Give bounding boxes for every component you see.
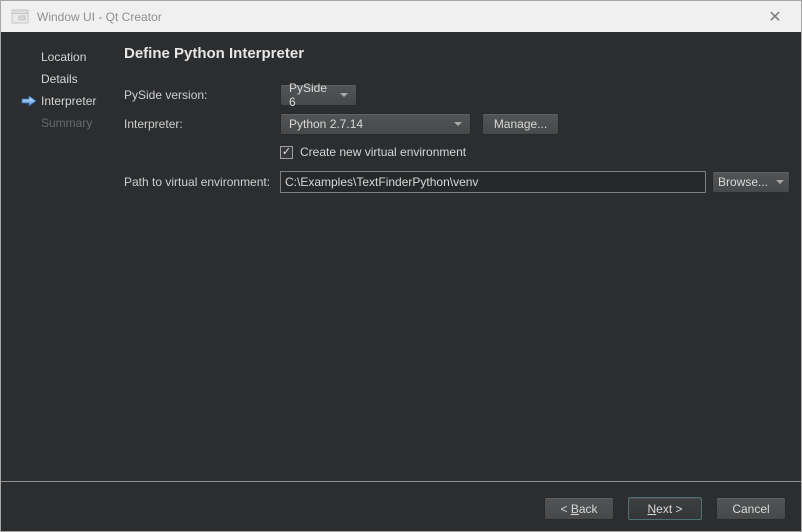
interpreter-label: Interpreter: (124, 113, 183, 135)
wizard-content: Location Details Interpreter Summary Def… (1, 32, 801, 531)
browse-button[interactable]: Browse... (712, 171, 790, 193)
cancel-button-label: Cancel (732, 502, 769, 516)
venv-checkbox-label[interactable]: Create new virtual environment (300, 145, 466, 159)
venv-path-input[interactable] (280, 171, 706, 193)
browse-button-label: Browse... (718, 175, 768, 189)
cancel-button[interactable]: Cancel (716, 497, 786, 520)
close-button[interactable]: ✕ (763, 5, 787, 29)
step-label: Details (41, 72, 78, 86)
step-label: Summary (41, 116, 92, 130)
pyside-version-value: PySide 6 (289, 81, 332, 109)
check-icon: ✓ (282, 147, 291, 158)
step-label: Location (41, 50, 86, 64)
wizard-window: Window UI - Qt Creator ✕ Location Detail… (0, 0, 802, 532)
chevron-down-icon (776, 180, 784, 184)
app-window-icon (11, 9, 29, 24)
back-button[interactable]: < Back (544, 497, 614, 520)
footer-separator (1, 481, 801, 482)
next-button[interactable]: Next > (628, 497, 702, 520)
sidebar-item-summary: Summary (41, 112, 92, 134)
pyside-version-label: PySide version: (124, 84, 207, 106)
sidebar-item-interpreter: Interpreter (41, 90, 96, 112)
interpreter-value: Python 2.7.14 (289, 117, 363, 131)
close-icon: ✕ (768, 7, 781, 27)
next-button-label: Next > (647, 502, 682, 516)
venv-path-label: Path to virtual environment: (124, 171, 270, 193)
manage-button[interactable]: Manage... (482, 113, 559, 135)
current-step-arrow-icon (21, 95, 37, 107)
step-label: Interpreter (41, 94, 96, 108)
titlebar: Window UI - Qt Creator ✕ (1, 1, 801, 32)
pyside-version-dropdown[interactable]: PySide 6 (280, 84, 357, 106)
chevron-down-icon (454, 122, 462, 126)
interpreter-dropdown[interactable]: Python 2.7.14 (280, 113, 471, 135)
window-title: Window UI - Qt Creator (37, 10, 162, 24)
sidebar-item-location: Location (41, 46, 86, 68)
chevron-down-icon (340, 93, 348, 97)
page-title: Define Python Interpreter (124, 45, 304, 62)
manage-button-label: Manage... (494, 117, 547, 131)
sidebar-item-details: Details (41, 68, 78, 90)
venv-checkbox[interactable]: ✓ (280, 146, 293, 159)
venv-checkbox-row: ✓ Create new virtual environment (280, 143, 466, 161)
back-button-label: < Back (560, 502, 597, 516)
